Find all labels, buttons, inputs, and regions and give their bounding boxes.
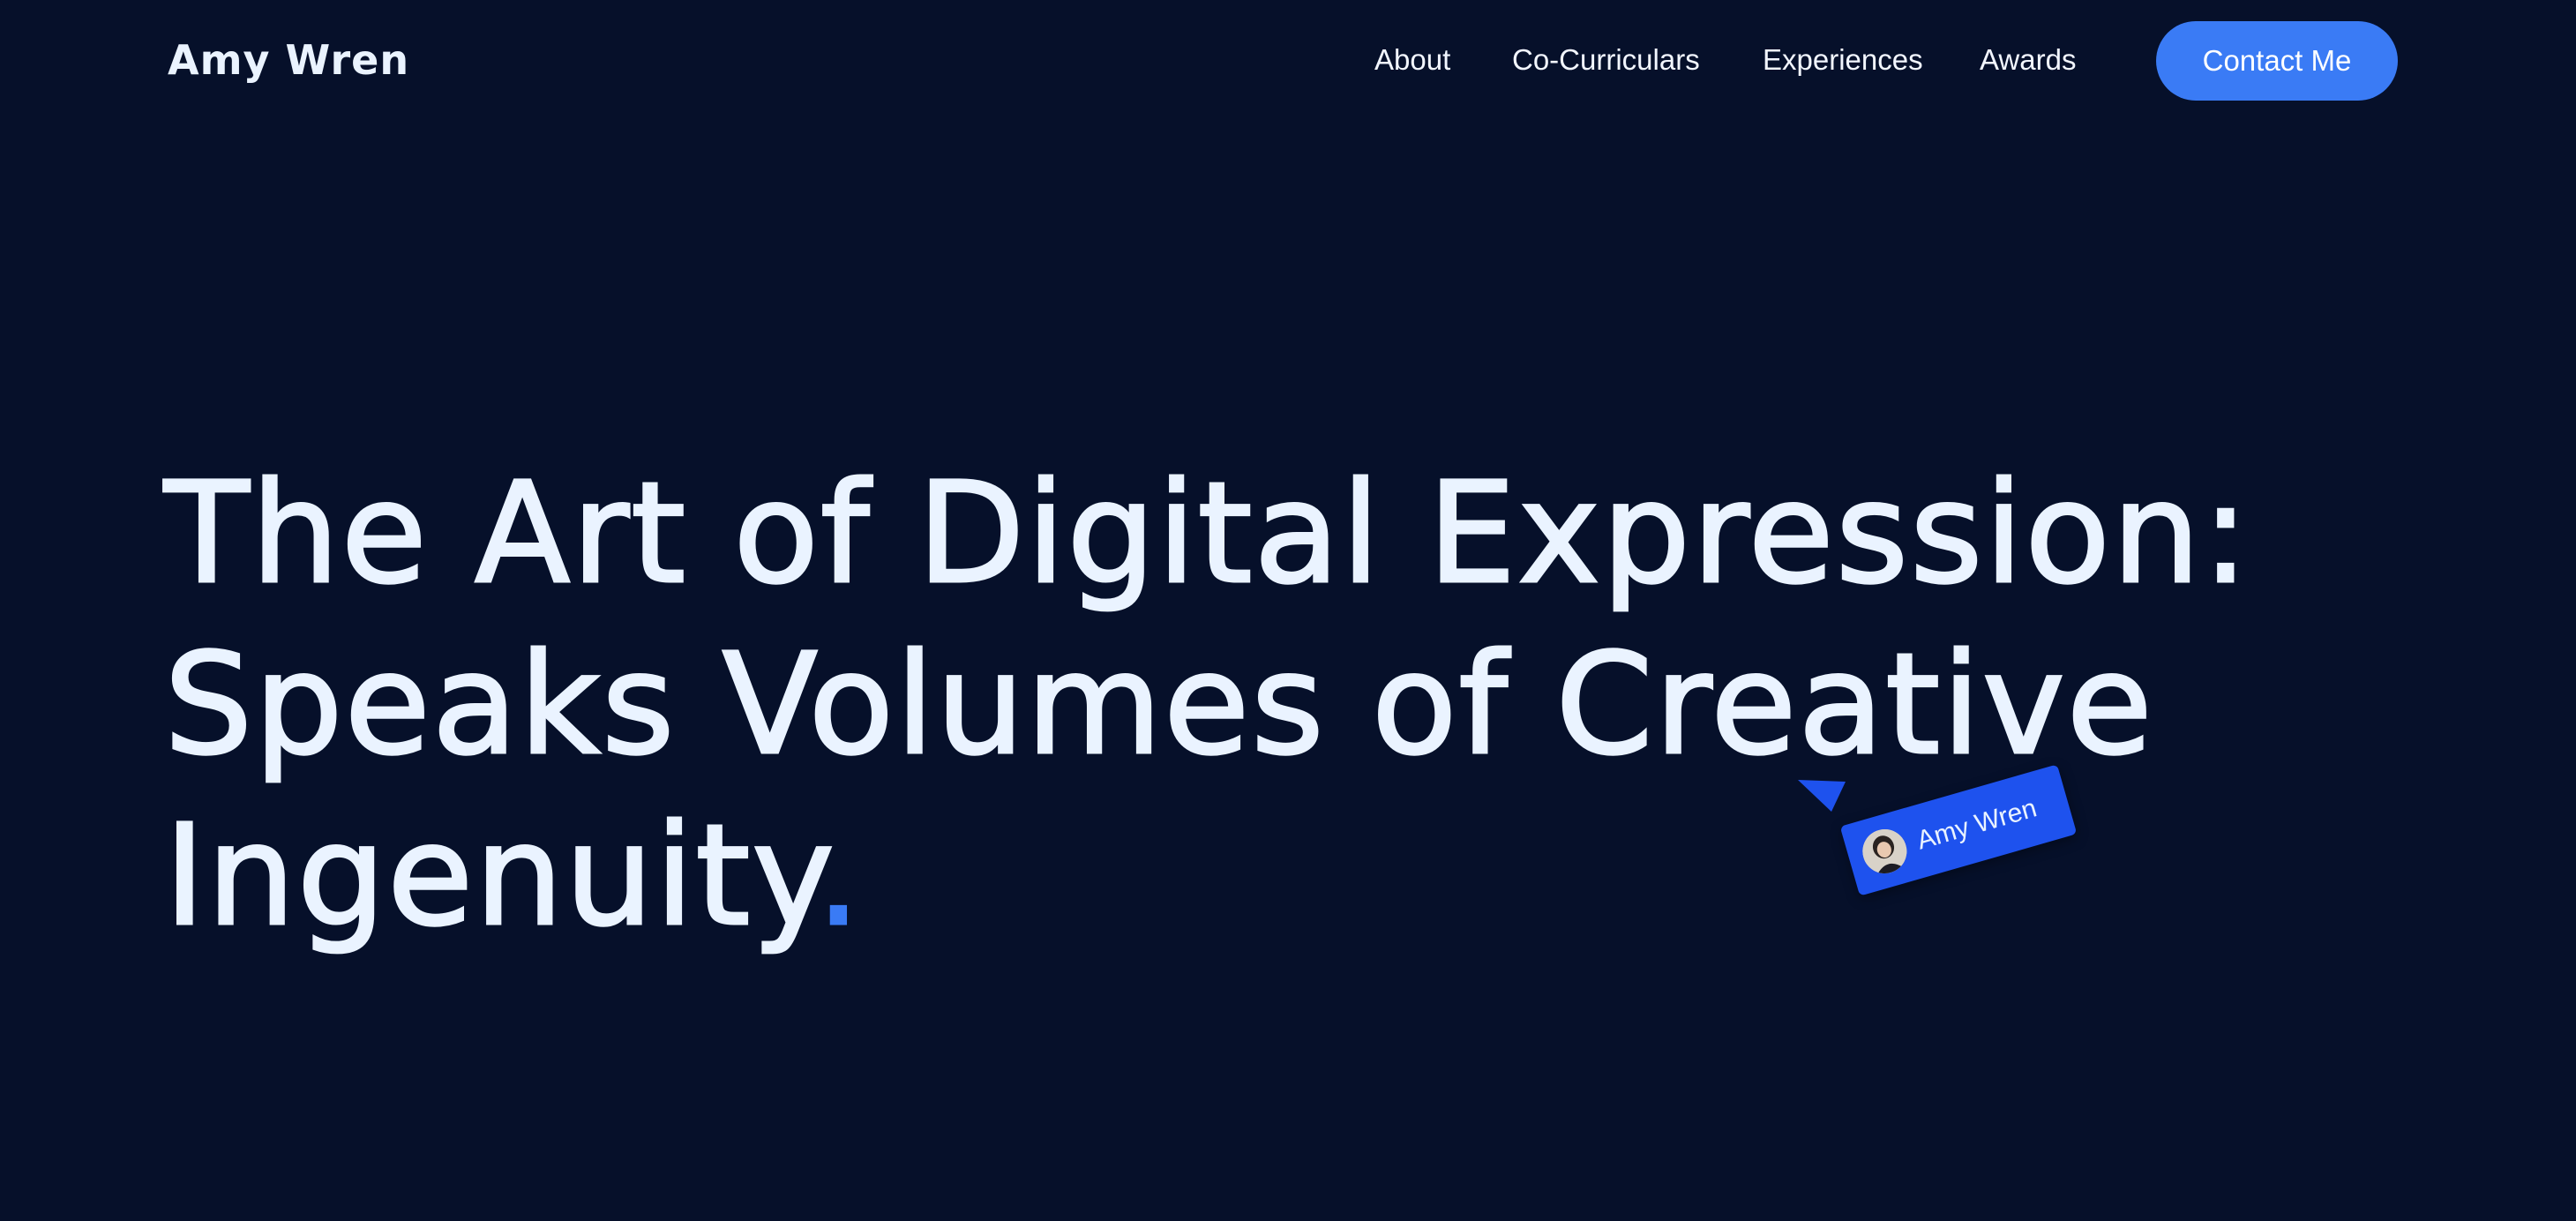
hero-line-3: Ingenuity. <box>162 790 2458 962</box>
nav-link-awards[interactable]: Awards <box>1980 39 2076 81</box>
brand-logo[interactable]: Amy Wren <box>168 34 409 86</box>
nav-link-about[interactable]: About <box>1374 39 1450 81</box>
hero-headline: The Art of Digital Expression: Speaks Vo… <box>162 448 2458 962</box>
hero-line-1: The Art of Digital Expression: <box>163 452 2251 617</box>
avatar-photo-icon <box>1857 824 1913 879</box>
top-navbar: Amy Wren About Co-Curriculars Experience… <box>0 0 2576 122</box>
cursor-name-tag: Amy Wren <box>1796 764 2078 896</box>
contact-me-button[interactable]: Contact Me <box>2156 21 2398 101</box>
cursor-tag-name: Amy Wren <box>1913 793 2041 856</box>
hero-accent-dot: . <box>815 794 863 959</box>
hero-line-2: Speaks Volumes of Creative <box>163 623 2154 788</box>
nav-link-experiences[interactable]: Experiences <box>1763 39 1923 81</box>
avatar <box>1857 824 1913 879</box>
cursor-pointer-icon <box>1798 780 1846 812</box>
cursor-tag-pill: Amy Wren <box>1839 764 2078 896</box>
hero-line-3-text: Ingenuity <box>162 794 817 959</box>
nav-link-co-curriculars[interactable]: Co-Curriculars <box>1512 39 1700 81</box>
